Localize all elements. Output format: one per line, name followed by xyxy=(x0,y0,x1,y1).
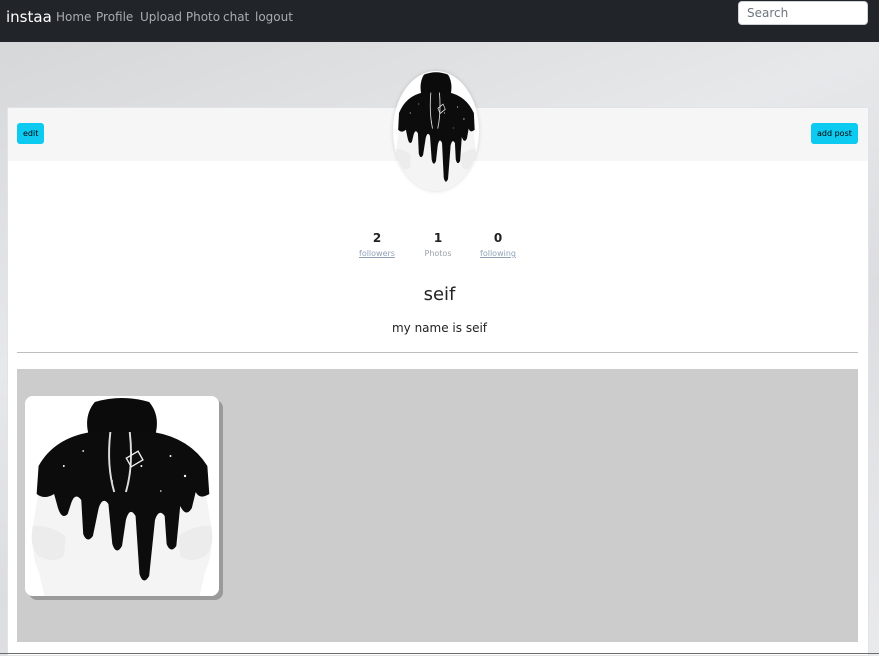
post-thumbnail[interactable] xyxy=(25,396,219,596)
photos-label: Photos xyxy=(424,249,452,258)
nav-link-chat[interactable]: chat xyxy=(223,10,249,24)
brand-logo[interactable]: instaa xyxy=(6,8,52,26)
profile-username: seif xyxy=(423,284,456,305)
profile-bio: my name is seif xyxy=(391,321,488,335)
search-input[interactable] xyxy=(738,1,868,25)
navbar: instaa Home Profile Upload Photo chat lo… xyxy=(0,0,879,42)
stat-followers[interactable]: 2 followers xyxy=(347,231,407,258)
nav-link-upload-photo[interactable]: Upload Photo xyxy=(140,10,220,24)
nav-link-logout[interactable]: logout xyxy=(255,10,293,24)
hoodie-avatar-image xyxy=(395,71,477,191)
stat-photos: 1 Photos xyxy=(408,231,468,258)
following-link[interactable]: following xyxy=(468,249,528,258)
followers-count: 2 xyxy=(372,231,382,245)
hoodie-post-image xyxy=(25,396,219,596)
add-post-button[interactable]: add post xyxy=(811,123,858,144)
edit-button[interactable]: edit xyxy=(17,123,45,144)
followers-link[interactable]: followers xyxy=(347,249,407,258)
nav-link-profile[interactable]: Profile xyxy=(96,10,133,24)
page-bottom-edge xyxy=(0,653,879,654)
avatar[interactable] xyxy=(393,71,479,191)
following-count: 0 xyxy=(493,231,503,245)
stat-following[interactable]: 0 following xyxy=(468,231,528,258)
photos-count: 1 xyxy=(433,231,443,245)
nav-link-home[interactable]: Home xyxy=(56,10,91,24)
divider xyxy=(17,352,858,353)
